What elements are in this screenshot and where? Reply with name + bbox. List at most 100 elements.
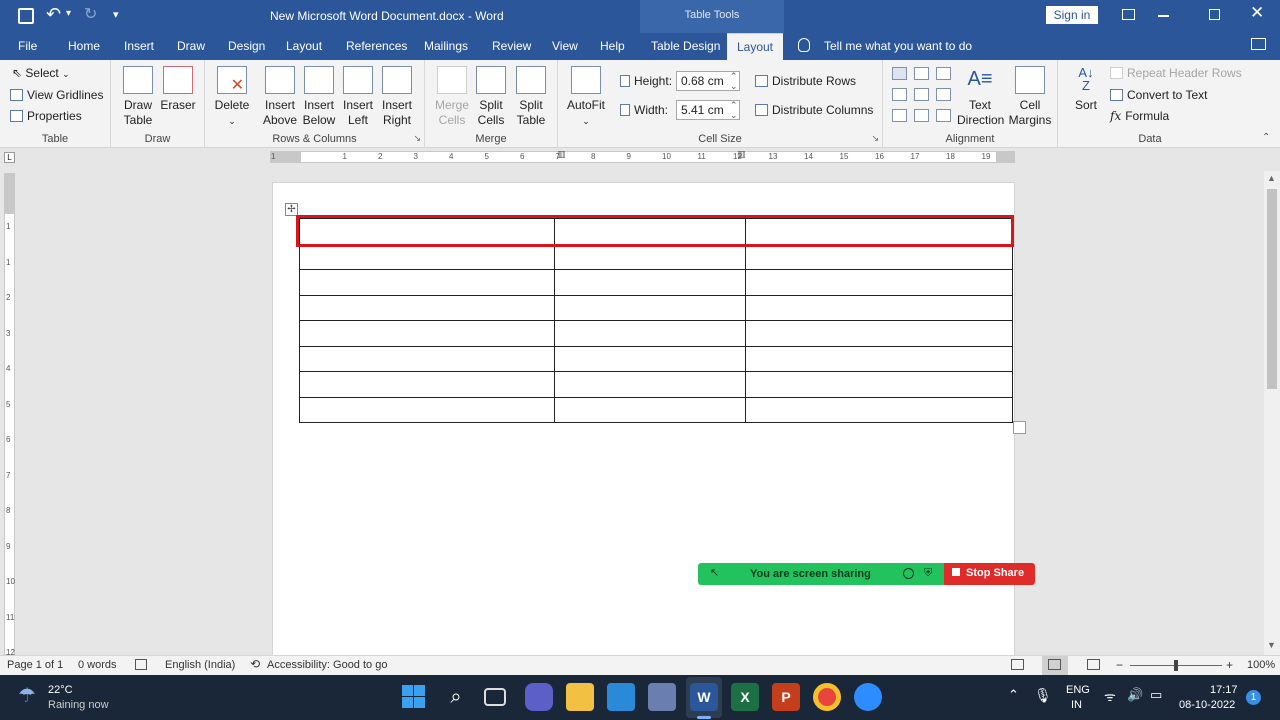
draw-table-button[interactable]: Draw Table: [119, 66, 157, 128]
insert-above-button[interactable]: Insert Above: [261, 66, 299, 128]
tab-design[interactable]: Design: [228, 33, 265, 60]
excel-icon[interactable]: X: [731, 683, 759, 711]
close-icon[interactable]: ✕: [1250, 3, 1264, 23]
save-icon[interactable]: [18, 8, 34, 24]
zoom-level[interactable]: 100%: [1247, 659, 1275, 671]
clock-date[interactable]: 08-10-2022: [1179, 699, 1235, 711]
tab-mailings[interactable]: Mailings: [424, 33, 468, 60]
insert-right-button[interactable]: Insert Right: [378, 66, 416, 128]
table-cell[interactable]: [554, 396, 746, 423]
formula-button[interactable]: fx Formula: [1110, 108, 1169, 124]
tab-draw[interactable]: Draw: [177, 33, 205, 60]
align-bottom-right-icon[interactable]: [936, 109, 951, 122]
word-taskbar-icon[interactable]: W: [690, 683, 718, 711]
scroll-thumb[interactable]: [1267, 189, 1277, 389]
width-spinner-icon[interactable]: ⌃ ⌄: [730, 100, 738, 120]
sort-button[interactable]: A↓ Z Sort: [1070, 66, 1102, 113]
column-marker-icon[interactable]: ▥: [737, 149, 746, 160]
accessibility-icon[interactable]: ⟲: [250, 657, 260, 671]
insert-below-button[interactable]: Insert Below: [300, 66, 338, 128]
table-cell[interactable]: [299, 294, 555, 321]
properties-button[interactable]: Properties: [10, 108, 82, 124]
insert-left-button[interactable]: Insert Left: [339, 66, 377, 128]
minimize-icon[interactable]: [1158, 15, 1169, 17]
wifi-icon[interactable]: ᯤ: [1104, 687, 1116, 705]
file-explorer-icon[interactable]: [566, 683, 594, 711]
table-cell[interactable]: [554, 243, 746, 270]
tab-selector-icon[interactable]: L: [4, 152, 15, 163]
table-cell[interactable]: [554, 294, 746, 321]
zoom-app-icon[interactable]: [854, 683, 882, 711]
stop-share-button[interactable]: Stop Share: [944, 563, 1035, 585]
tab-view[interactable]: View: [552, 33, 578, 60]
sign-in-button[interactable]: Sign in: [1046, 6, 1098, 24]
task-view-icon[interactable]: [484, 688, 506, 706]
tab-layout[interactable]: Layout: [286, 33, 322, 60]
table-cell[interactable]: [554, 320, 746, 347]
comments-icon[interactable]: [1251, 38, 1266, 50]
table-cell[interactable]: [745, 371, 1013, 398]
horizontal-ruler[interactable]: 1 1 2 3 4 5 6 7 8 9 10 11 12 13 14 15 16 17 18 19 ▥ ▥: [270, 149, 1015, 163]
mail-icon[interactable]: [607, 683, 635, 711]
table-cell[interactable]: [745, 243, 1013, 270]
split-cells-button[interactable]: Split Cells: [472, 66, 510, 128]
show-hidden-icons[interactable]: ⌃: [1008, 687, 1019, 703]
dialog-launcher-icon[interactable]: ↘: [413, 133, 421, 144]
tab-review[interactable]: Review: [492, 33, 531, 60]
table-cell[interactable]: [745, 345, 1013, 372]
height-spinner-icon[interactable]: ⌃ ⌄: [730, 71, 738, 91]
zoom-slider-thumb[interactable]: [1174, 660, 1178, 671]
repeat-header-rows-button[interactable]: Repeat Header Rows: [1110, 65, 1242, 81]
collapse-ribbon-icon[interactable]: ⌃: [1262, 132, 1270, 143]
view-gridlines-button[interactable]: View Gridlines: [10, 87, 103, 103]
notification-badge[interactable]: 1: [1246, 690, 1261, 705]
powerpoint-icon[interactable]: P: [772, 683, 800, 711]
clock-time[interactable]: 17:17: [1210, 684, 1238, 696]
table-cell[interactable]: [299, 396, 555, 423]
table-cell[interactable]: [745, 269, 1013, 296]
zoom-in-icon[interactable]: +: [1226, 658, 1233, 672]
read-mode-icon[interactable]: [1011, 659, 1024, 670]
column-marker-icon[interactable]: ▥: [557, 149, 566, 160]
tab-table-layout[interactable]: Layout: [727, 33, 783, 60]
table-cell[interactable]: [299, 320, 555, 347]
table-cell[interactable]: [299, 345, 555, 372]
page-count[interactable]: Page 1 of 1: [7, 659, 63, 671]
weather-temp[interactable]: 22°C: [48, 684, 73, 696]
undo-dropdown-icon[interactable]: ▾: [66, 8, 71, 19]
word-count[interactable]: 0 words: [78, 659, 117, 671]
align-top-right-icon[interactable]: [936, 67, 951, 80]
align-top-center-icon[interactable]: [914, 67, 929, 80]
table-resize-handle[interactable]: [1013, 421, 1026, 434]
redo-icon[interactable]: ↻: [84, 4, 97, 24]
distribute-columns-button[interactable]: Distribute Columns: [755, 102, 873, 118]
table-cell[interactable]: [554, 371, 746, 398]
tell-me-search[interactable]: Tell me what you want to do: [824, 33, 972, 60]
search-icon[interactable]: ⌕: [442, 683, 470, 711]
convert-to-text-button[interactable]: Convert to Text: [1110, 87, 1207, 103]
web-layout-icon[interactable]: [1087, 659, 1100, 670]
vertical-scrollbar[interactable]: ▲ ▼: [1264, 171, 1280, 655]
align-bottom-center-icon[interactable]: [914, 109, 929, 122]
battery-icon[interactable]: ▭: [1150, 687, 1162, 703]
undo-icon[interactable]: ↶: [46, 4, 61, 25]
text-direction-button[interactable]: A≡ Text Direction: [957, 66, 1004, 128]
scroll-down-icon[interactable]: ▼: [1267, 640, 1276, 650]
table-cell[interactable]: [554, 345, 746, 372]
accessibility-status[interactable]: Accessibility: Good to go: [267, 659, 387, 671]
microphone-icon[interactable]: 🎙: [1034, 687, 1052, 704]
share-handle-icon[interactable]: ↖: [710, 566, 719, 579]
record-icon[interactable]: [903, 568, 914, 579]
chrome-icon[interactable]: [813, 683, 841, 711]
language-indicator[interactable]: English (India): [165, 659, 235, 671]
document-table[interactable]: [299, 218, 1013, 423]
split-table-button[interactable]: Split Table: [512, 66, 550, 128]
align-bottom-left-icon[interactable]: [892, 109, 907, 122]
delete-button[interactable]: ✕ Delete ⌄: [213, 66, 251, 129]
dialog-launcher-icon[interactable]: ↘: [871, 133, 879, 144]
table-cell[interactable]: [745, 396, 1013, 423]
tab-insert[interactable]: Insert: [124, 33, 154, 60]
cell-margins-button[interactable]: Cell Margins: [1007, 66, 1053, 128]
vertical-ruler[interactable]: 1 1 2 3 4 5 6 7 8 9 10 11 12: [4, 173, 15, 657]
autofit-button[interactable]: AutoFit ⌄: [566, 66, 606, 129]
